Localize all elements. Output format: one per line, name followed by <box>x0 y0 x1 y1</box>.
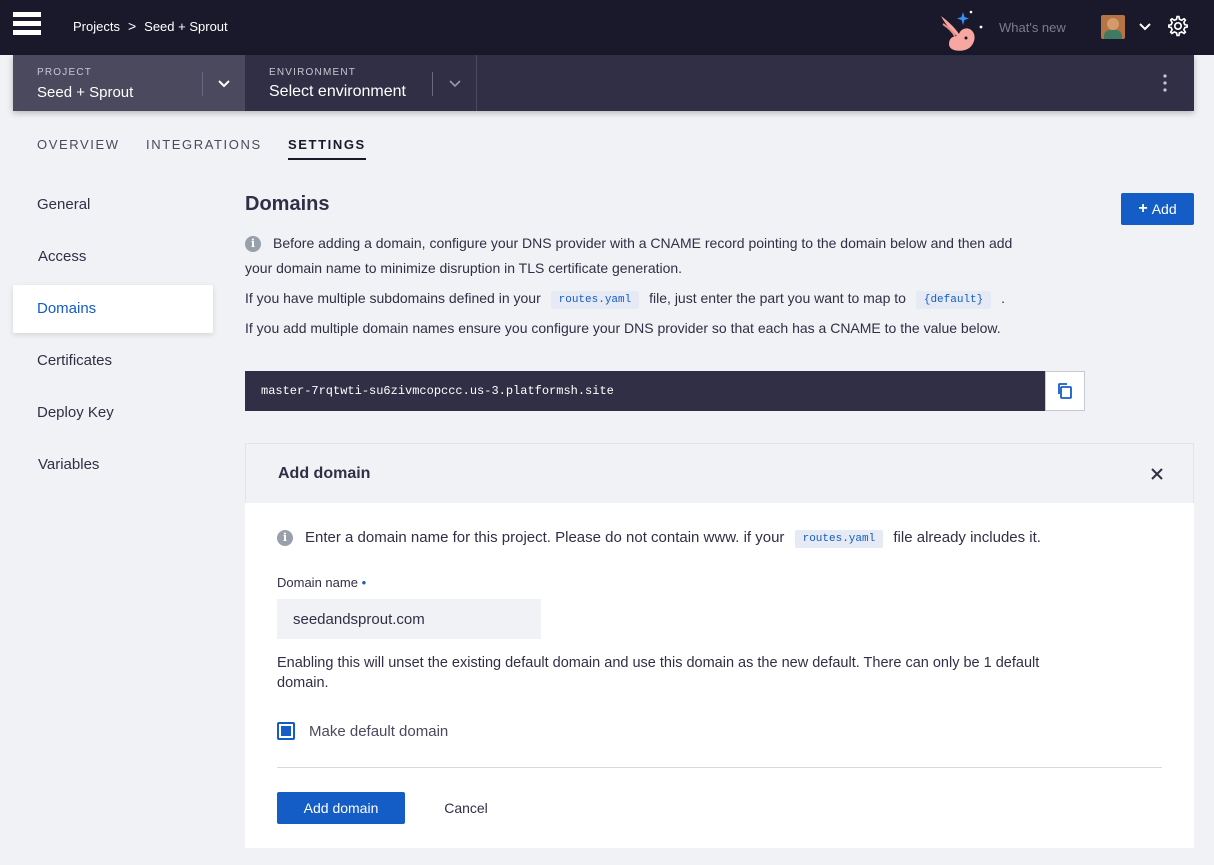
tab-overview[interactable]: OVERVIEW <box>37 137 120 158</box>
domain-name-input[interactable] <box>277 599 541 639</box>
subdomain-note: If you have multiple subdomains defined … <box>245 286 1005 311</box>
panel-info-pre: Enter a domain name for this project. Pl… <box>305 529 785 546</box>
subdomain-note-post: . <box>1001 290 1006 306</box>
sidebar-item-variables[interactable]: Variables <box>13 441 213 489</box>
info-text-line2: your domain name to minimize disruption … <box>245 260 683 276</box>
add-domain-button[interactable]: + Add <box>1121 193 1194 225</box>
breadcrumb: Projects > Seed + Sprout <box>73 18 228 34</box>
rabbit-mascot-icon <box>941 10 983 51</box>
top-bar: Projects > Seed + Sprout What's new <box>0 0 1214 55</box>
page-title: Domains <box>245 193 330 215</box>
tab-settings[interactable]: SETTINGS <box>288 137 366 160</box>
project-selector-label: PROJECT <box>37 67 93 78</box>
close-icon[interactable] <box>1149 466 1165 482</box>
info-icon: i <box>277 530 293 546</box>
routes-yaml-chip: routes.yaml <box>794 530 884 548</box>
tab-integrations[interactable]: INTEGRATIONS <box>146 137 262 158</box>
default-domain-note: Enabling this will unset the existing de… <box>277 653 1039 693</box>
panel-header: Add domain <box>245 443 1194 503</box>
breadcrumb-project-link[interactable]: Seed + Sprout <box>144 19 227 34</box>
sidebar-item-domains[interactable]: Domains <box>13 285 213 333</box>
selector-divider <box>202 72 203 96</box>
make-default-checkbox[interactable] <box>277 722 295 740</box>
project-bar: PROJECT Seed + Sprout ENVIRONMENT Select… <box>13 55 1194 111</box>
environment-selector-value: Select environment <box>269 83 406 100</box>
more-options-icon[interactable] <box>1159 73 1171 93</box>
sidebar-item-general[interactable]: General <box>13 181 213 229</box>
panel-info-text: Enter a domain name for this project. Pl… <box>305 525 1041 550</box>
environment-selector-label: ENVIRONMENT <box>269 67 357 78</box>
selector-divider <box>432 72 433 96</box>
cancel-button[interactable]: Cancel <box>430 792 502 824</box>
default-domain-note-line1: Enabling this will unset the existing de… <box>277 655 1040 671</box>
chevron-down-icon[interactable] <box>216 75 232 91</box>
chevron-down-icon[interactable] <box>447 75 463 91</box>
environment-selector[interactable]: ENVIRONMENT Select environment <box>245 55 476 111</box>
domain-name-label: Domain name • <box>277 575 366 590</box>
menu-icon[interactable] <box>13 12 41 38</box>
whats-new-button[interactable]: What's new <box>935 8 1075 55</box>
plus-icon: + <box>1138 200 1148 217</box>
subdomain-note-mid: file, just enter the part you want to ma… <box>649 290 906 306</box>
multi-domain-note: If you add multiple domain names ensure … <box>245 320 1001 336</box>
sidebar-item-certificates[interactable]: Certificates <box>13 337 213 385</box>
gear-icon[interactable] <box>1167 15 1189 37</box>
make-default-label[interactable]: Make default domain <box>309 723 448 740</box>
sidebar-item-access[interactable]: Access <box>13 233 213 281</box>
default-chip: {default} <box>915 291 992 309</box>
domain-name-label-text: Domain name <box>277 575 358 590</box>
copy-icon <box>1058 383 1072 399</box>
chevron-down-icon[interactable] <box>1137 18 1153 34</box>
default-domain-note-line2: domain. <box>277 675 329 691</box>
avatar[interactable] <box>1101 15 1125 39</box>
routes-yaml-chip: routes.yaml <box>550 291 640 309</box>
whats-new-label: What's new <box>999 20 1066 35</box>
info-text-line1: Before adding a domain, configure your D… <box>273 235 1013 251</box>
add-button-label: Add <box>1151 201 1177 217</box>
panel-title: Add domain <box>278 465 371 482</box>
environment-separator <box>476 55 477 111</box>
project-selector-value: Seed + Sprout <box>37 84 134 101</box>
project-selector[interactable]: PROJECT Seed + Sprout <box>13 55 245 111</box>
breadcrumb-projects-link[interactable]: Projects <box>73 19 120 34</box>
sidebar-item-deploy-key[interactable]: Deploy Key <box>13 389 213 437</box>
breadcrumb-separator: > <box>127 18 137 34</box>
panel-divider <box>277 767 1162 768</box>
info-icon: i <box>245 236 261 252</box>
required-marker: • <box>361 575 367 590</box>
submit-add-domain-button[interactable]: Add domain <box>277 792 405 824</box>
add-domain-panel: Add domain i Enter a domain name for thi… <box>245 443 1194 848</box>
panel-info-post: file already includes it. <box>893 529 1041 546</box>
copy-button[interactable] <box>1045 371 1085 411</box>
subdomain-note-pre: If you have multiple subdomains defined … <box>245 290 541 306</box>
cname-value: master-7rqtwti-su6zivmcopccc.us-3.platfo… <box>245 371 1045 411</box>
